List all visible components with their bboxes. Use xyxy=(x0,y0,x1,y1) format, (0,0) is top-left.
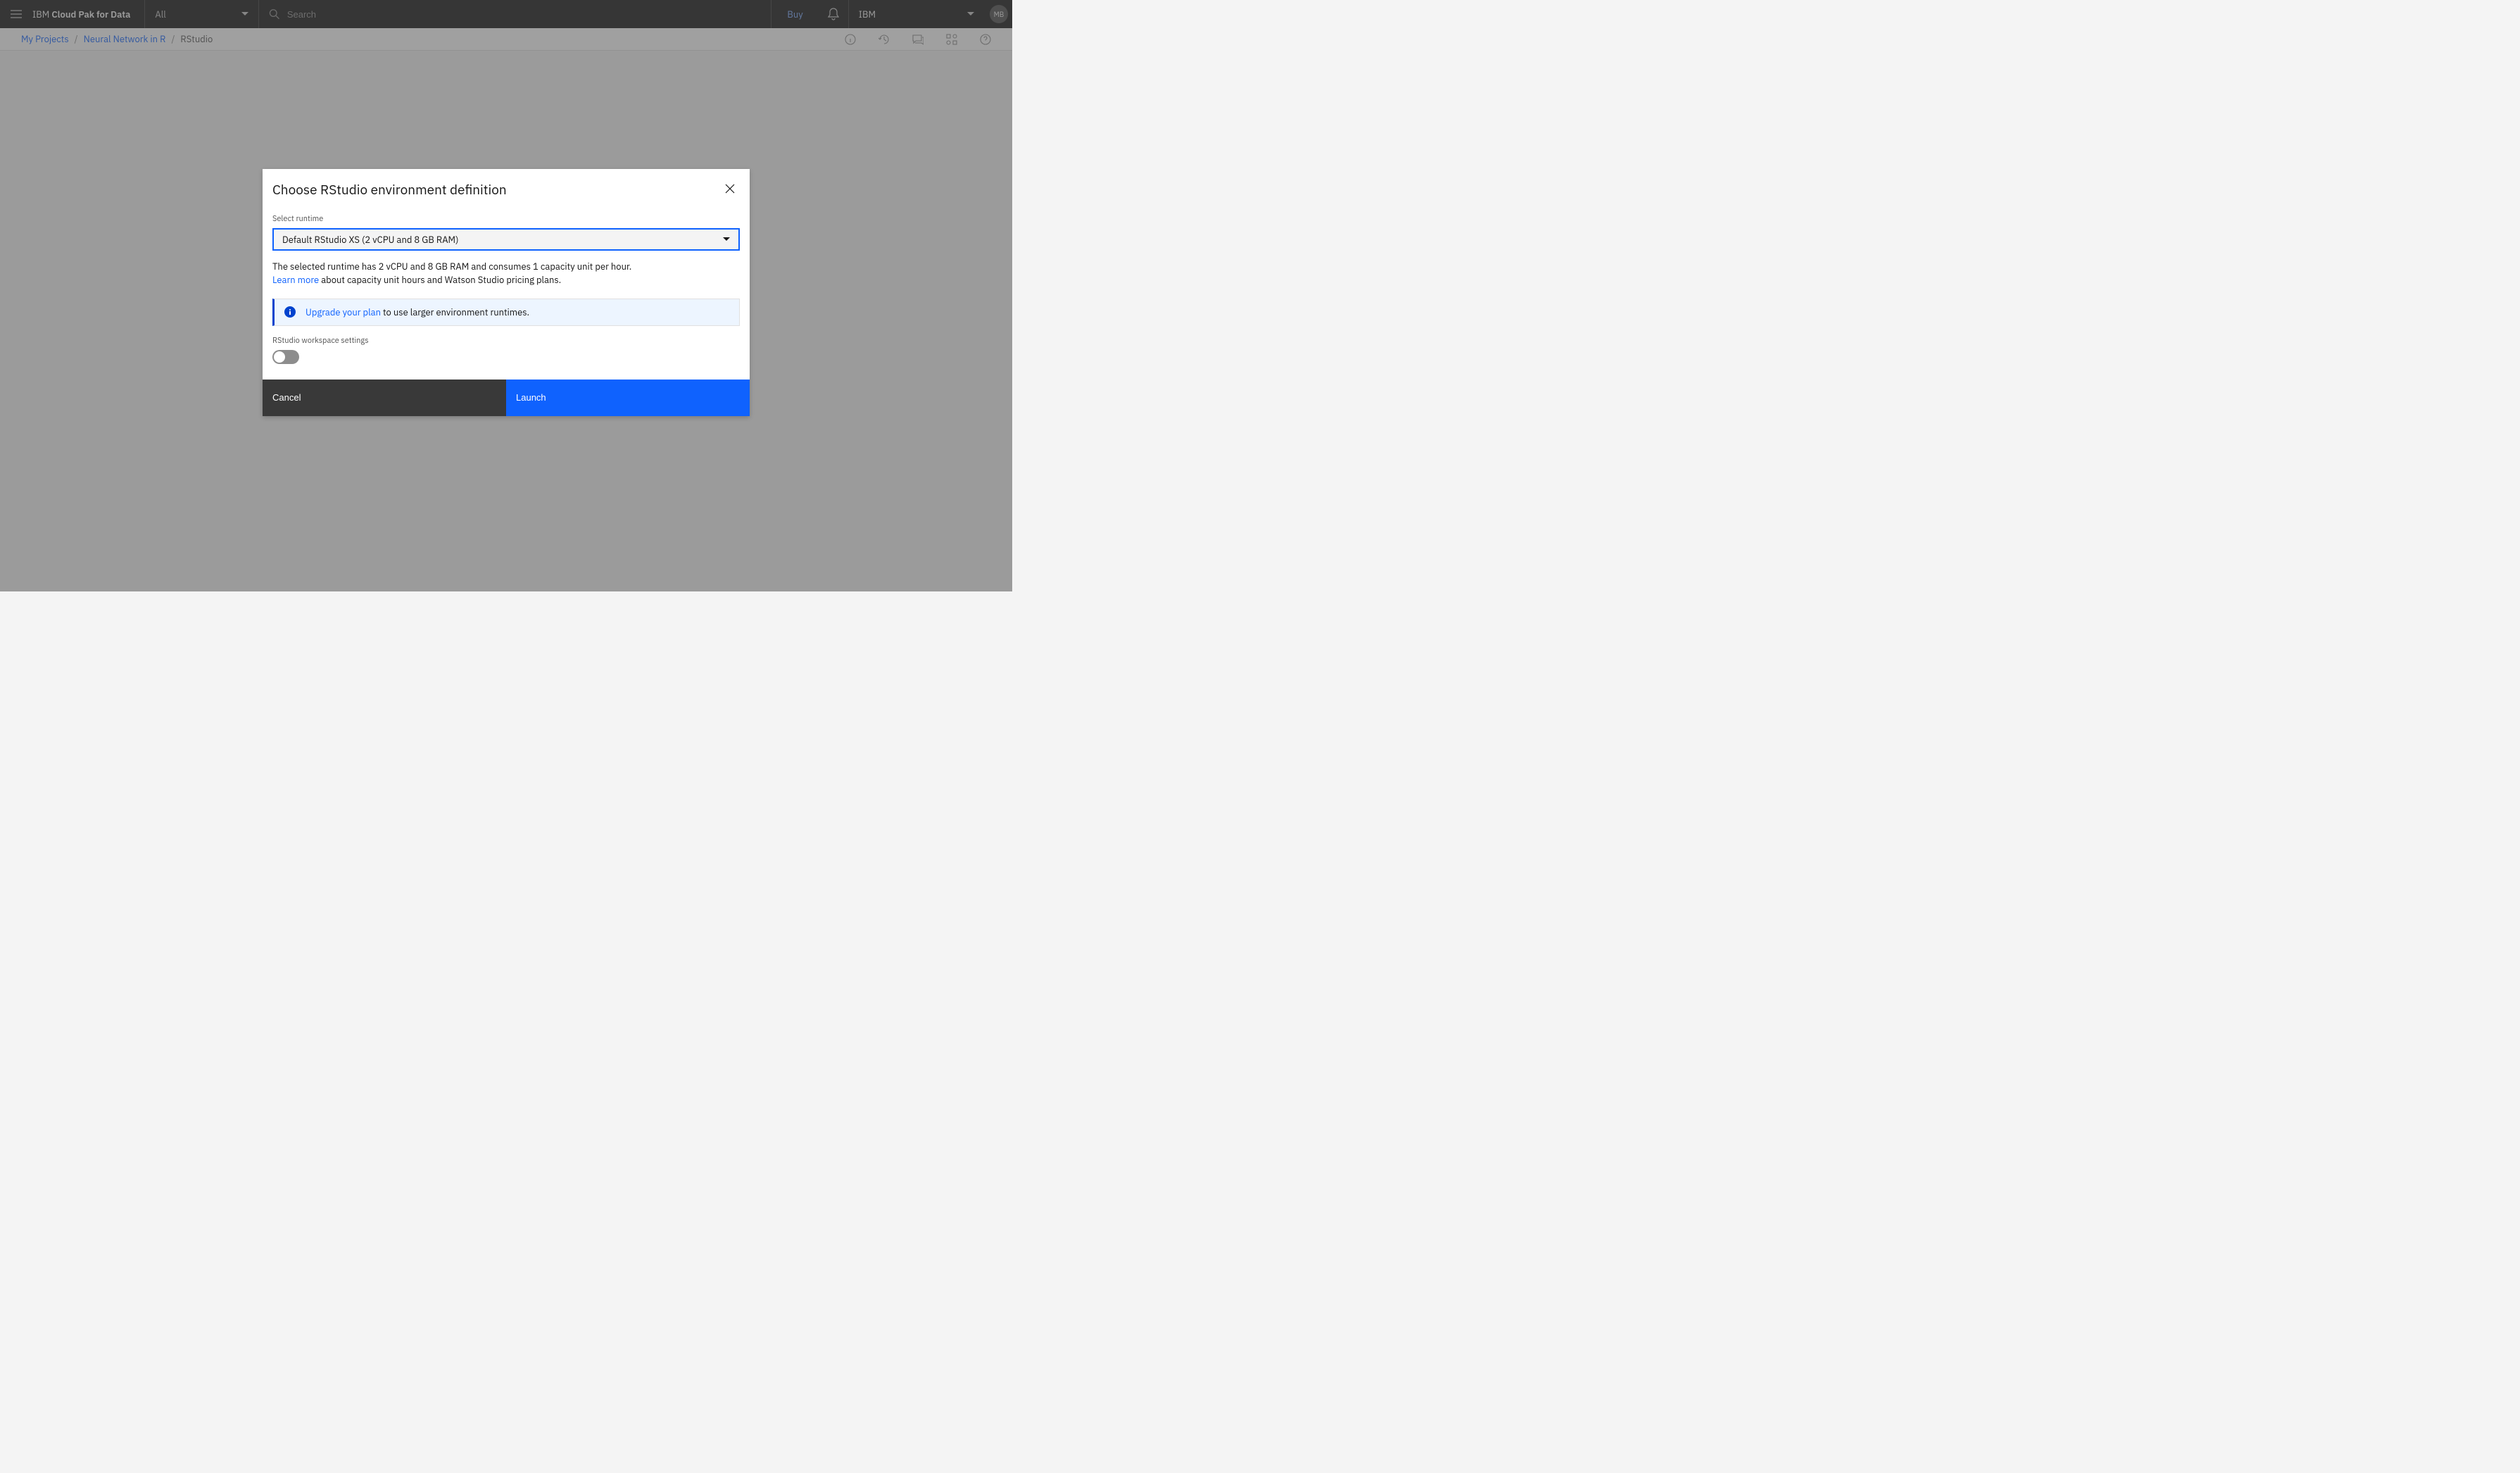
runtime-select[interactable]: Default RStudio XS (2 vCPU and 8 GB RAM) xyxy=(272,228,740,251)
workspace-settings-section: RStudio workspace settings xyxy=(272,336,740,364)
info-circle-icon xyxy=(284,306,296,318)
upgrade-info-banner: Upgrade your plan to use larger environm… xyxy=(272,299,740,326)
runtime-description: The selected runtime has 2 vCPU and 8 GB… xyxy=(272,261,740,287)
modal-body: Select runtime Default RStudio XS (2 vCP… xyxy=(263,199,750,380)
runtime-select-label: Select runtime xyxy=(272,214,740,224)
modal-title: Choose RStudio environment definition xyxy=(272,182,507,199)
upgrade-plan-link[interactable]: Upgrade your plan xyxy=(305,306,381,318)
launch-label: Launch xyxy=(516,392,546,403)
workspace-settings-label: RStudio workspace settings xyxy=(272,336,740,346)
rstudio-env-modal: Choose RStudio environment definition Se… xyxy=(263,169,750,416)
cancel-label: Cancel xyxy=(272,392,301,403)
info-text: Upgrade your plan to use larger environm… xyxy=(305,306,529,318)
info-text-rest: to use larger environment runtimes. xyxy=(381,306,529,318)
learn-more-link[interactable]: Learn more xyxy=(272,274,319,286)
modal-footer: Cancel Launch xyxy=(263,380,750,416)
cancel-button[interactable]: Cancel xyxy=(263,380,506,416)
runtime-select-value: Default RStudio XS (2 vCPU and 8 GB RAM) xyxy=(282,234,458,246)
workspace-toggle[interactable] xyxy=(272,350,299,364)
close-icon[interactable] xyxy=(720,179,740,199)
launch-button[interactable]: Launch xyxy=(506,380,750,416)
modal-header: Choose RStudio environment definition xyxy=(263,169,750,199)
chevron-down-icon xyxy=(723,237,730,242)
runtime-desc-line2: about capacity unit hours and Watson Stu… xyxy=(319,274,561,286)
runtime-desc-line1: The selected runtime has 2 vCPU and 8 GB… xyxy=(272,261,631,272)
